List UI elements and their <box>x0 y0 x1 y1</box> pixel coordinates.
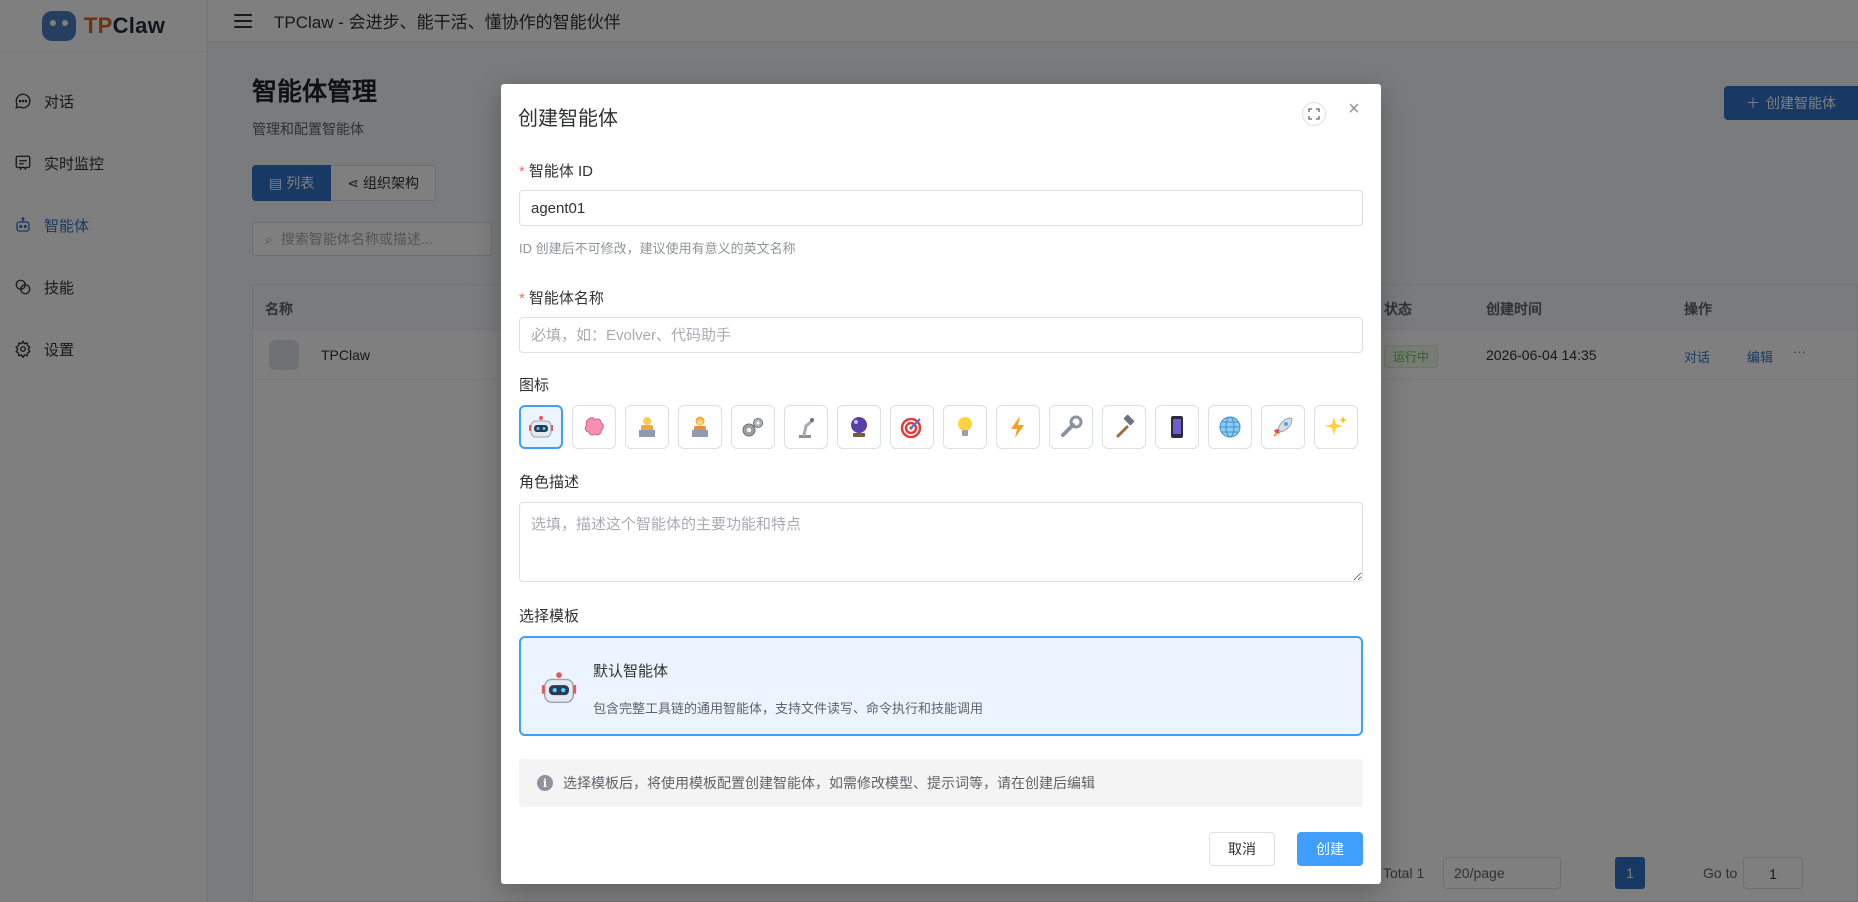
rocket-icon-option[interactable] <box>1261 405 1305 449</box>
technologist-icon-option[interactable] <box>625 405 669 449</box>
agent-name-label: * 智能体名称 <box>519 290 604 307</box>
close-icon[interactable]: × <box>1343 98 1365 120</box>
lightbulb-icon <box>958 417 972 436</box>
notice-text: 选择模板后，将使用模板配置创建智能体，如需修改模型、提示词等，请在创建后编辑 <box>563 775 1095 791</box>
agent-name-input[interactable] <box>519 317 1363 353</box>
lightbulb-icon-option[interactable] <box>943 405 987 449</box>
sparkles-icon <box>1325 416 1347 435</box>
icon-label: 图标 <box>519 377 550 394</box>
robot-arm-icon <box>799 418 814 438</box>
agent-id-hint: ID 创建后不可修改，建议使用有意义的英文名称 <box>519 241 796 256</box>
wrench-icon-option[interactable] <box>1049 405 1093 449</box>
template-notice: i 选择模板后，将使用模板配置创建智能体，如需修改模型、提示词等，请在创建后编辑 <box>519 759 1363 807</box>
info-icon: i <box>537 775 553 791</box>
wrench-icon <box>1061 415 1083 437</box>
agent-id-input[interactable] <box>519 190 1363 226</box>
gears-icon <box>742 418 763 437</box>
template-option-default[interactable]: 默认智能体 包含完整工具链的通用智能体，支持文件读写、命令执行和技能调用 <box>519 636 1363 736</box>
template-name: 默认智能体 <box>593 663 669 680</box>
description-label: 角色描述 <box>519 474 580 491</box>
dialog-title: 创建智能体 <box>518 108 618 130</box>
description-textarea[interactable] <box>519 502 1363 582</box>
template-label: 选择模板 <box>519 608 580 625</box>
robot-arm-icon-option[interactable] <box>784 405 828 449</box>
fullscreen-icon[interactable] <box>1302 102 1326 126</box>
brain-icon-option[interactable] <box>572 405 616 449</box>
phone-icon <box>1171 416 1183 438</box>
cancel-button[interactable]: 取消 <box>1209 832 1275 866</box>
sparkles-icon-option[interactable] <box>1314 405 1358 449</box>
hammer-icon-option[interactable] <box>1102 405 1146 449</box>
rocket-icon <box>1273 417 1293 437</box>
target-icon-option[interactable] <box>890 405 934 449</box>
agent-id-label: * 智能体 ID <box>519 163 594 180</box>
brain-icon <box>584 417 604 436</box>
woman-technologist-icon-option[interactable] <box>678 405 722 449</box>
lightning-icon-option[interactable] <box>996 405 1040 449</box>
hammer-icon <box>1116 414 1135 438</box>
globe-icon-option[interactable] <box>1208 405 1252 449</box>
create-agent-dialog: 创建智能体 × *智能体 ID ID 创建后不可修改，建议使用有意义的英文名称 … <box>501 84 1381 884</box>
target-icon <box>900 417 922 439</box>
phone-icon-option[interactable] <box>1155 405 1199 449</box>
crystal-ball-icon <box>851 417 867 437</box>
technologist-icon <box>639 417 655 437</box>
lightning-icon <box>1011 416 1024 438</box>
template-description: 包含完整工具链的通用智能体，支持文件读写、命令执行和技能调用 <box>593 701 984 716</box>
robot-icon <box>529 416 553 438</box>
globe-icon <box>1219 416 1241 438</box>
robot-icon <box>541 672 577 703</box>
woman-technologist-icon <box>692 416 708 437</box>
icon-picker <box>519 405 1358 449</box>
robot-icon-option[interactable] <box>519 405 563 449</box>
crystal-ball-icon-option[interactable] <box>837 405 881 449</box>
gears-icon-option[interactable] <box>731 405 775 449</box>
create-button[interactable]: 创建 <box>1297 832 1363 866</box>
